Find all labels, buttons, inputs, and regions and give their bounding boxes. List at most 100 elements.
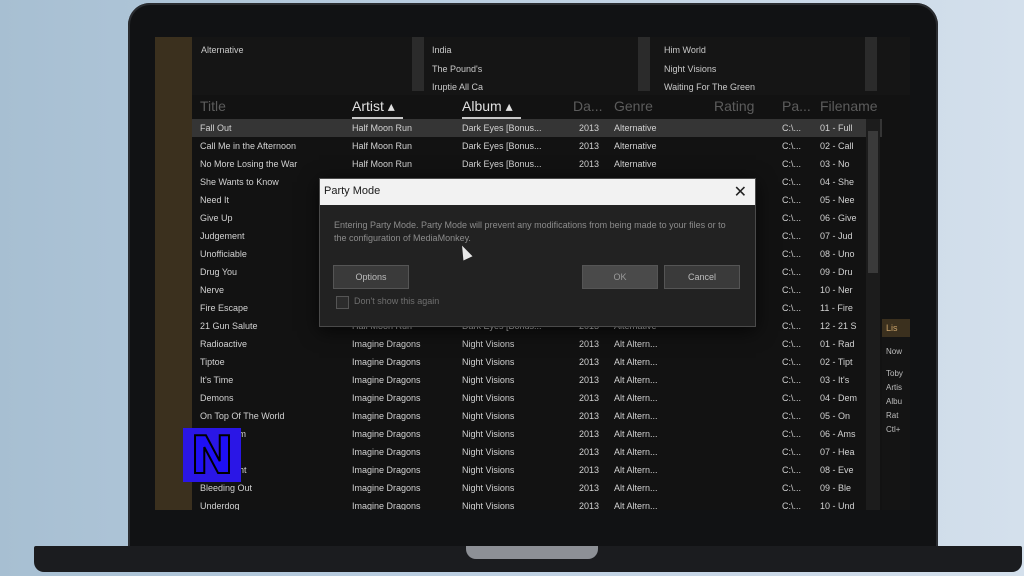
track-artist: Half Moon Run bbox=[352, 123, 413, 133]
artist-browser-item[interactable]: The Pound's bbox=[432, 64, 482, 74]
track-filename: 10 - Ner bbox=[820, 285, 853, 295]
track-path: C:\... bbox=[782, 303, 802, 313]
album-browser-item[interactable]: Waiting For The Green bbox=[664, 82, 755, 92]
artist-browser-item[interactable]: India bbox=[432, 45, 452, 55]
track-album: Night Visions bbox=[462, 339, 515, 349]
column-header-rating[interactable]: Rating bbox=[714, 98, 754, 114]
track-genre: Alt Altern... bbox=[614, 501, 658, 510]
track-artist: Imagine Dragons bbox=[352, 465, 421, 475]
track-row[interactable]: Every NightImagine DragonsNight Visions2… bbox=[192, 461, 882, 479]
track-path: C:\... bbox=[782, 447, 802, 457]
track-artist: Half Moon Run bbox=[352, 141, 413, 151]
track-year: 2013 bbox=[579, 447, 600, 457]
track-list-header: Title Artist ▴ Album ▴ Da... Genre Ratin… bbox=[192, 95, 882, 119]
track-row[interactable]: Hear MeImagine DragonsNight Visions2013A… bbox=[192, 443, 882, 461]
track-filename: 01 - Rad bbox=[820, 339, 855, 349]
track-genre: Alt Altern... bbox=[614, 393, 658, 403]
panel-tab-label: Lis bbox=[886, 323, 898, 333]
track-year: 2013 bbox=[579, 339, 600, 349]
track-path: C:\... bbox=[782, 411, 802, 421]
track-row[interactable]: No More Losing the War Half Moon Run Dark … bbox=[192, 155, 882, 173]
channel-logo: N bbox=[183, 425, 241, 487]
track-artist: Imagine Dragons bbox=[352, 393, 421, 403]
track-row[interactable]: Call Me in the Afternoon Half Moon Run Dar… bbox=[192, 137, 882, 155]
column-header-artist[interactable]: Artist ▴ bbox=[352, 98, 403, 119]
track-row[interactable]: AmsterdamImagine DragonsNight Visions201… bbox=[192, 425, 882, 443]
track-artist: Imagine Dragons bbox=[352, 375, 421, 385]
track-filename: 05 - Nee bbox=[820, 195, 855, 205]
track-filename: 08 - Eve bbox=[820, 465, 854, 475]
genre-browser-item[interactable]: Alternative bbox=[201, 45, 244, 55]
track-row[interactable]: Radioactive Imagine Dragons Night Visions 2… bbox=[192, 335, 882, 353]
track-artist: Half Moon Run bbox=[352, 159, 413, 169]
scrollbar-thumb[interactable] bbox=[868, 131, 878, 273]
track-filename: 07 - Hea bbox=[820, 447, 855, 457]
track-row[interactable]: Fall Out Half Moon Run Dark Eyes [Bonus...… bbox=[192, 119, 882, 137]
track-genre: Alt Altern... bbox=[614, 483, 658, 493]
panel-line: Toby bbox=[886, 369, 903, 378]
track-path: C:\... bbox=[782, 123, 802, 133]
dont-show-again-checkbox[interactable] bbox=[336, 296, 349, 309]
dialog-message: Entering Party Mode. Party Mode will pre… bbox=[334, 220, 726, 243]
track-row[interactable]: It's Time Imagine Dragons Night Visions 201… bbox=[192, 371, 882, 389]
track-filename: 10 - Und bbox=[820, 501, 855, 510]
column-header-genre[interactable]: Genre bbox=[614, 98, 653, 114]
track-title: Radioactive bbox=[200, 339, 248, 349]
genre-browser-scrollbar[interactable] bbox=[412, 37, 424, 91]
options-button[interactable]: Options bbox=[333, 265, 409, 289]
track-title: Underdog bbox=[200, 501, 240, 510]
cancel-button[interactable]: Cancel bbox=[664, 265, 740, 289]
track-year: 2013 bbox=[579, 159, 600, 169]
panel-line: Ctl+ bbox=[886, 425, 901, 434]
now-playing-panel: Lis Now Toby Artis Albu Rat Ctl+ bbox=[882, 319, 910, 510]
panel-tab[interactable]: Lis bbox=[882, 319, 910, 337]
track-path: C:\... bbox=[782, 249, 802, 259]
artist-browser-item[interactable]: Iruptie All Ca bbox=[432, 82, 483, 92]
track-title: Drug You bbox=[200, 267, 238, 277]
track-year: 2013 bbox=[579, 123, 600, 133]
album-browser-item[interactable]: Him World bbox=[664, 45, 706, 55]
track-filename: 01 - Full bbox=[820, 123, 853, 133]
track-artist: Imagine Dragons bbox=[352, 447, 421, 457]
track-album: Night Visions bbox=[462, 411, 515, 421]
track-filename: 06 - Ams bbox=[820, 429, 856, 439]
column-header-path[interactable]: Pa... bbox=[782, 98, 811, 114]
close-icon[interactable]: ✕ bbox=[734, 182, 747, 202]
track-row[interactable]: Tiptoe Imagine Dragons Night Visions 2013 Al… bbox=[192, 353, 882, 371]
track-genre: Alt Altern... bbox=[614, 429, 658, 439]
track-genre: Alternative bbox=[614, 141, 657, 151]
panel-line: Albu bbox=[886, 397, 903, 406]
ok-button[interactable]: OK bbox=[582, 265, 658, 289]
track-artist: Imagine Dragons bbox=[352, 339, 421, 349]
track-album: Dark Eyes [Bonus... bbox=[462, 159, 542, 169]
track-path: C:\... bbox=[782, 141, 802, 151]
dialog-titlebar[interactable]: Party Mode ✕ bbox=[320, 179, 755, 205]
column-header-artist-label: Artist bbox=[352, 98, 384, 114]
column-header-date[interactable]: Da... bbox=[573, 98, 603, 114]
track-title: Call Me in the Afternoon bbox=[200, 141, 297, 151]
track-title: On Top Of The World bbox=[200, 411, 285, 421]
column-header-album[interactable]: Album ▴ bbox=[462, 98, 521, 119]
dont-show-again-label: Don't show this again bbox=[354, 296, 440, 306]
panel-line: Rat bbox=[886, 411, 899, 420]
track-year: 2013 bbox=[579, 393, 600, 403]
track-list-scrollbar[interactable] bbox=[866, 119, 880, 510]
track-genre: Alt Altern... bbox=[614, 465, 658, 475]
track-artist: Imagine Dragons bbox=[352, 411, 421, 421]
column-header-filename[interactable]: Filename bbox=[820, 98, 878, 114]
album-browser-scrollbar[interactable] bbox=[865, 37, 877, 91]
album-browser-item[interactable]: Night Visions bbox=[664, 64, 716, 74]
track-path: C:\... bbox=[782, 465, 802, 475]
track-filename: 03 - No bbox=[820, 159, 850, 169]
track-path: C:\... bbox=[782, 285, 802, 295]
track-row[interactable]: On Top Of The World Imagine Dragons Night … bbox=[192, 407, 882, 425]
artist-browser-scrollbar[interactable] bbox=[638, 37, 650, 91]
dialog-title: Party Mode bbox=[324, 185, 381, 197]
track-title: She Wants to Know bbox=[200, 177, 279, 187]
column-header-title[interactable]: Title bbox=[200, 98, 226, 114]
track-row[interactable]: Bleeding Out Imagine Dragons Night Visions… bbox=[192, 479, 882, 497]
track-filename: 11 - Fire bbox=[820, 303, 853, 313]
track-row[interactable]: Demons Imagine Dragons Night Visions 2013 Al… bbox=[192, 389, 882, 407]
track-year: 2013 bbox=[579, 357, 600, 367]
track-row[interactable]: Underdog Imagine Dragons Night Visions 2013… bbox=[192, 497, 882, 510]
